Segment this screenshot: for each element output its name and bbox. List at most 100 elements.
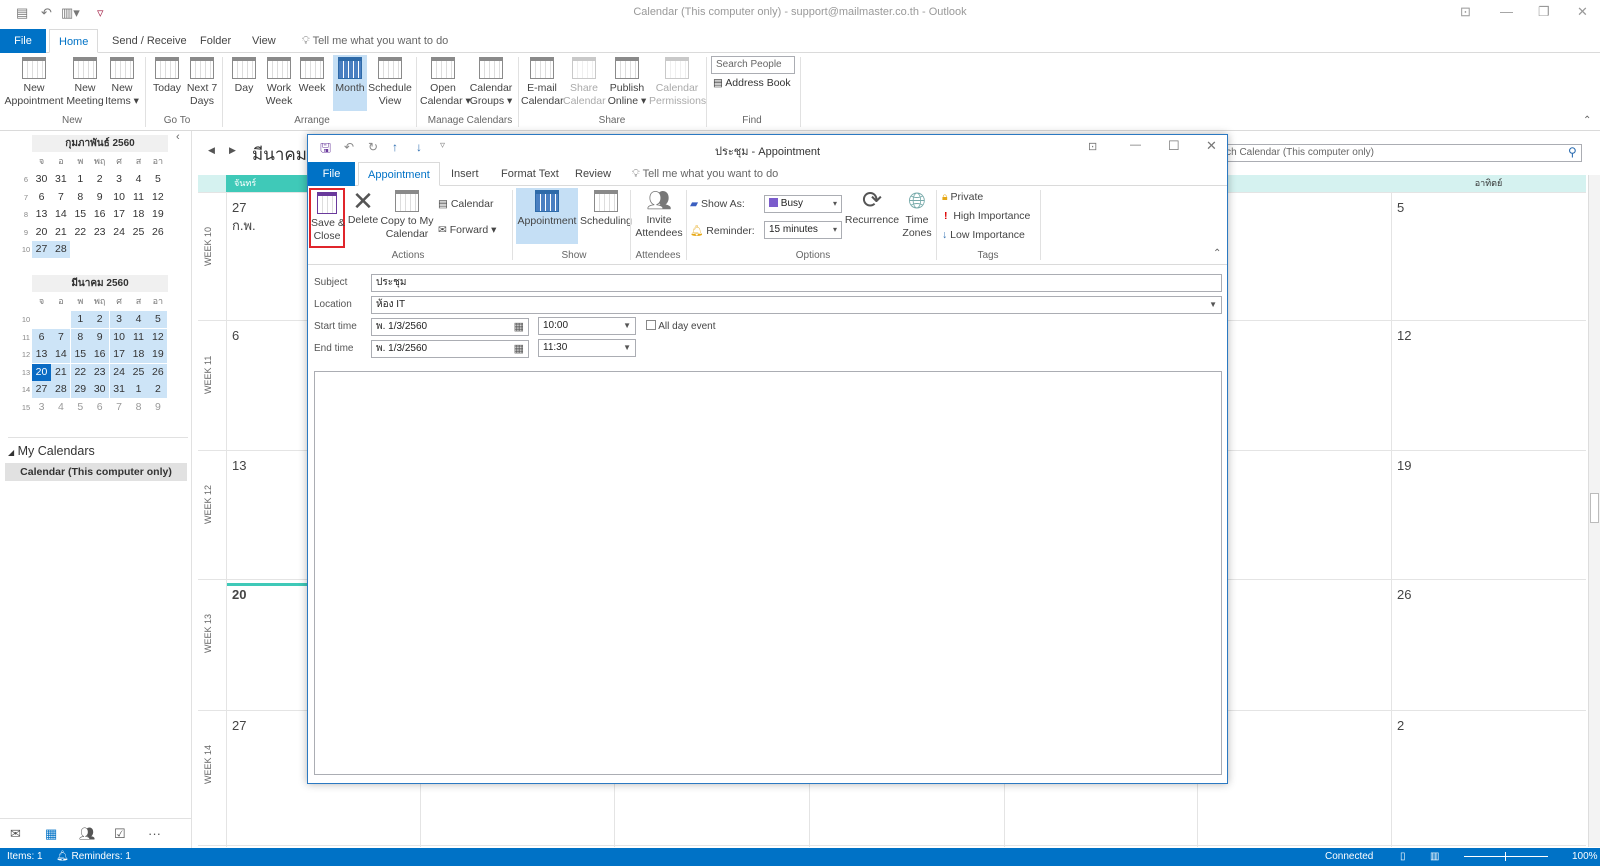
next-period-icon[interactable]: ▶ — [229, 145, 236, 156]
mini-calendar-day[interactable]: 2 — [90, 311, 110, 328]
people-icon[interactable]: 👥︎ — [79, 826, 96, 842]
mini-calendar-day[interactable]: 21 — [51, 363, 71, 381]
time-zones-button[interactable]: 🌐︎ Time Zones — [900, 188, 934, 244]
collapse-pane-icon[interactable]: ‹ — [176, 131, 180, 143]
reminder-select[interactable]: 15 minutes ▾ — [764, 221, 842, 239]
mini-calendar-day[interactable]: 30 — [32, 171, 51, 188]
mini-calendar-day[interactable]: 10 — [109, 328, 129, 346]
vertical-scrollbar[interactable] — [1588, 175, 1600, 847]
day-cell-date[interactable]: 26 — [1397, 587, 1411, 602]
mini-calendar-day[interactable]: 25 — [129, 363, 148, 381]
mini-calendar-day[interactable]: 13 — [32, 346, 51, 363]
date-picker-icon[interactable]: ▦ — [514, 341, 524, 357]
location-input[interactable]: ห้อง IT ▼ — [371, 296, 1222, 314]
mini-calendar-day[interactable]: 12 — [148, 328, 168, 346]
scheduling-button[interactable]: Scheduling — [578, 188, 634, 244]
mini-calendar-day[interactable]: 31 — [109, 381, 129, 398]
open-calendar-button[interactable]: Open Calendar ▾ — [420, 55, 471, 111]
my-calendars-heading[interactable]: ◢ My Calendars — [8, 444, 95, 458]
mini-calendar-day[interactable]: 11 — [129, 328, 148, 346]
tab-file[interactable]: File — [0, 29, 46, 53]
mini-calendar-day[interactable]: 15 — [71, 206, 90, 223]
mini-calendar-day[interactable]: 22 — [71, 224, 90, 241]
mini-calendar-day[interactable]: 9 — [90, 189, 109, 206]
address-book-button[interactable]: ▤ Address Book — [713, 77, 791, 89]
mini-calendar-day[interactable]: 15 — [70, 346, 90, 363]
mini-calendar-day[interactable]: 17 — [109, 346, 129, 363]
mini-calendar-day[interactable]: 31 — [51, 171, 70, 188]
mini-calendar-day[interactable]: 19 — [148, 206, 167, 223]
tab-review[interactable]: Review — [566, 162, 620, 186]
mini-calendar-day[interactable]: 3 — [32, 399, 51, 416]
mini-calendar-day[interactable]: 6 — [32, 189, 51, 206]
mini-calendar-day[interactable]: 6 — [90, 399, 109, 416]
mini-calendar-day[interactable]: 25 — [129, 224, 148, 241]
show-as-select[interactable]: Busy ▾ — [764, 195, 842, 213]
mini-calendar-day[interactable]: 1 — [129, 381, 148, 398]
end-time-select[interactable]: 11:30 ▼ — [538, 339, 636, 357]
appointment-body-editor[interactable] — [314, 371, 1222, 775]
mini-calendar-day[interactable]: 26 — [148, 224, 167, 241]
zoom-level[interactable]: 100% — [1572, 848, 1598, 866]
mini-calendar-day[interactable]: 5 — [148, 311, 168, 328]
mini-calendar-day[interactable]: 28 — [51, 381, 71, 398]
mini-calendar-day[interactable]: 16 — [90, 206, 109, 223]
mini-calendar-day[interactable]: 12 — [148, 189, 167, 206]
mini-calendar-day[interactable]: 4 — [51, 399, 70, 416]
day-cell-date[interactable]: 6 — [232, 328, 239, 343]
calendar-groups-button[interactable]: Calendar Groups ▾ — [467, 55, 515, 111]
all-day-checkbox[interactable]: All day event — [646, 320, 716, 332]
week-view-button[interactable]: Week — [297, 55, 327, 111]
mini-calendar-day[interactable]: 3 — [109, 311, 129, 328]
mini-calendar-day[interactable]: 7 — [51, 328, 71, 346]
mini-calendar-day[interactable]: 13 — [32, 206, 51, 223]
day-cell-date[interactable]: 19 — [1397, 458, 1411, 473]
mini-calendar-day[interactable]: 1 — [70, 311, 90, 328]
mini-calendar-day[interactable]: 27 — [32, 381, 51, 398]
day-cell-date[interactable]: 12 — [1397, 328, 1411, 343]
minimize-button[interactable]: — — [1500, 4, 1513, 19]
mini-calendar-day[interactable]: 11 — [129, 189, 148, 206]
ribbon-display-icon[interactable]: ⊡ — [1460, 4, 1471, 20]
new-items-button[interactable]: New Items ▾ — [104, 55, 140, 111]
private-button[interactable]: 🔒︎ Private — [942, 191, 983, 204]
copy-to-my-calendar-button[interactable]: Copy to My Calendar — [380, 188, 434, 244]
mini-calendar-day[interactable]: 5 — [71, 399, 90, 416]
mini-calendar-day[interactable]: 19 — [148, 346, 168, 363]
tell-me-box[interactable]: 💡︎ Tell me what you want to do — [293, 29, 457, 53]
mini-calendar-day[interactable]: 1 — [71, 171, 90, 188]
mini-calendar-day[interactable]: 2 — [90, 171, 109, 188]
mini-calendar-day[interactable]: 23 — [90, 363, 110, 381]
mini-calendar-day[interactable]: 3 — [110, 171, 129, 188]
mini-calendar-day[interactable]: 18 — [129, 206, 148, 223]
date-picker-icon[interactable]: ▦ — [514, 319, 524, 335]
mini-calendar-day[interactable]: 9 — [148, 399, 167, 416]
normal-view-icon[interactable]: ▯ — [1400, 848, 1406, 866]
mini-calendar-day[interactable]: 30 — [90, 381, 110, 398]
mini-calendar-day[interactable]: 28 — [51, 241, 71, 258]
tab-appointment[interactable]: Appointment — [358, 162, 440, 186]
tab-insert[interactable]: Insert — [442, 162, 488, 186]
mini-calendar-day[interactable]: 20 — [32, 224, 51, 241]
mail-icon[interactable]: ✉ — [10, 826, 21, 842]
start-date-input[interactable]: พ. 1/3/2560 ▦ — [371, 318, 529, 336]
close-button[interactable]: ✕ — [1206, 138, 1217, 154]
month-view-button[interactable]: Month — [333, 55, 367, 111]
mini-calendar-day[interactable]: 8 — [70, 328, 90, 346]
mini-calendar-day[interactable]: 4 — [129, 171, 148, 188]
schedule-view-button[interactable]: Schedule View — [368, 55, 412, 111]
appointment-view-button[interactable]: Appointment — [516, 188, 578, 244]
restore-button[interactable]: ❐ — [1538, 4, 1550, 20]
day-cell-date[interactable]: 27 ก.พ. — [232, 200, 256, 236]
search-people-input[interactable]: Search People — [711, 56, 795, 74]
mini-calendar-day[interactable]: 8 — [129, 399, 148, 416]
collapse-ribbon-icon[interactable]: ⌃ — [1583, 115, 1591, 126]
recurrence-button[interactable]: ⟳ Recurrence — [844, 188, 900, 244]
mini-calendar-day[interactable]: 26 — [148, 363, 168, 381]
new-meeting-button[interactable]: New Meeting — [66, 55, 104, 111]
day-cell-date[interactable]: 20 — [232, 587, 246, 602]
high-importance-button[interactable]: ! High Importance — [944, 210, 1030, 222]
tab-file[interactable]: File — [308, 162, 355, 186]
mini-calendar-day[interactable]: 24 — [109, 363, 129, 381]
day-cell-date[interactable]: 13 — [232, 458, 246, 473]
